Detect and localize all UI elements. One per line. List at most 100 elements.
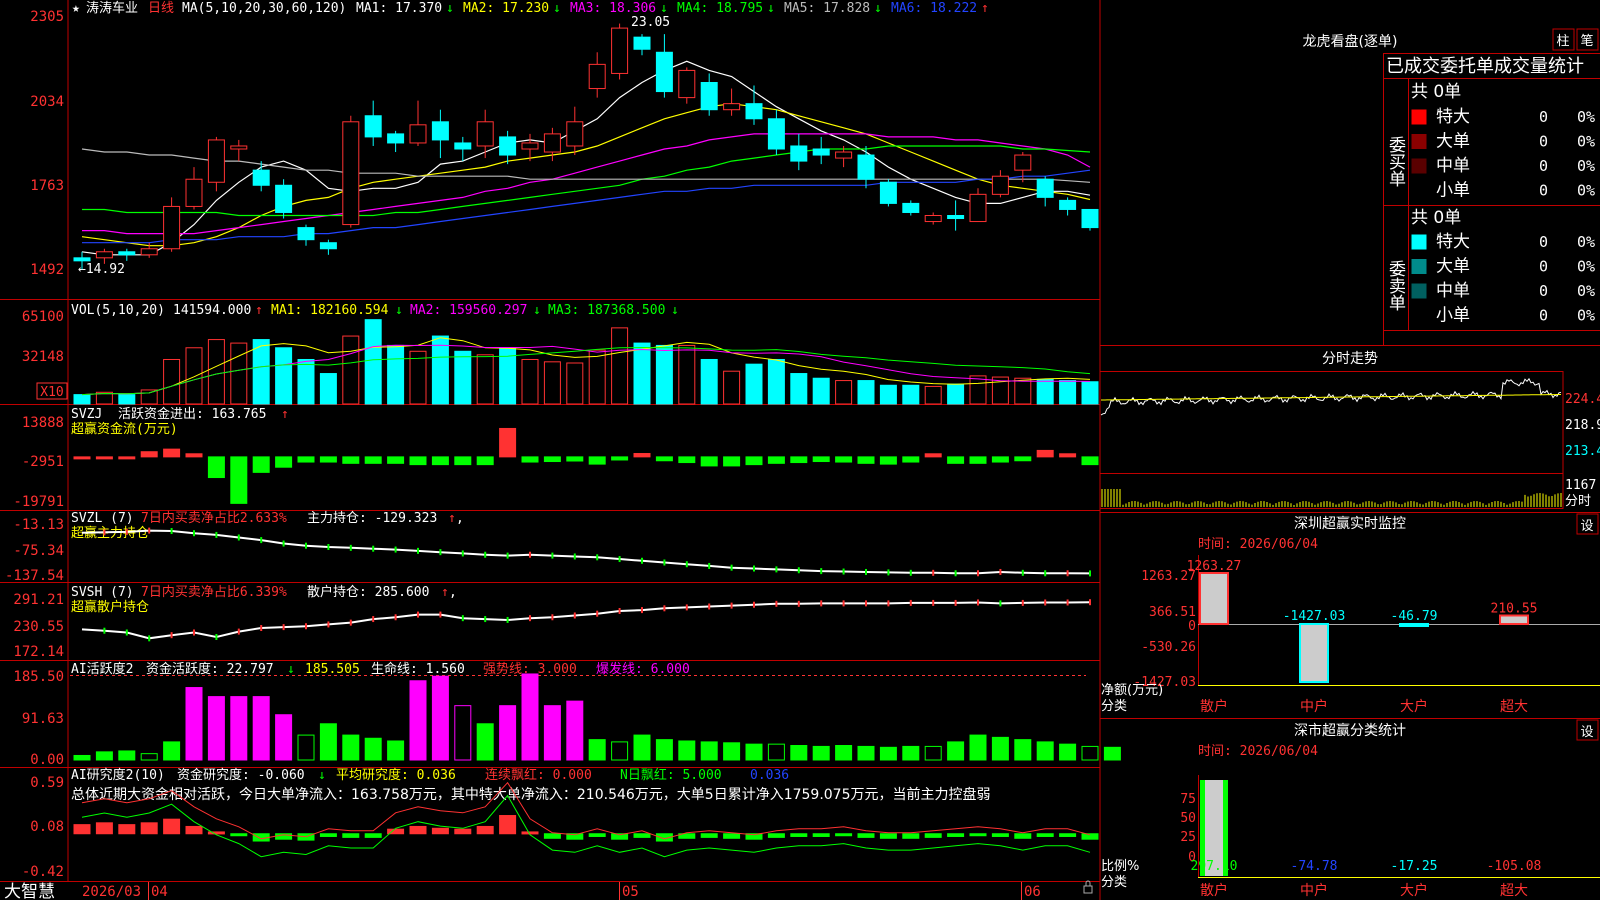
indicator-bar[interactable] xyxy=(723,742,741,761)
indicator-bar[interactable] xyxy=(991,833,1009,837)
indicator-bar[interactable] xyxy=(431,827,449,835)
indicator-bar[interactable] xyxy=(879,833,897,839)
indicator-bar[interactable] xyxy=(230,833,248,837)
indicator-bar[interactable] xyxy=(700,456,718,467)
indicator-bar[interactable] xyxy=(1036,741,1054,761)
indicator-bar[interactable] xyxy=(924,453,942,458)
vol-bar[interactable] xyxy=(655,344,673,405)
indicator-bar[interactable] xyxy=(812,833,830,837)
candle[interactable] xyxy=(319,242,337,250)
vol-bar[interactable] xyxy=(745,363,763,405)
indicator-bar[interactable] xyxy=(924,745,942,761)
indicator-bar[interactable] xyxy=(207,696,225,761)
candle[interactable] xyxy=(95,251,113,259)
vol-bar[interactable] xyxy=(790,373,808,405)
indicator-bar[interactable] xyxy=(319,833,337,837)
vol-bar[interactable] xyxy=(185,347,203,405)
indicator-bar[interactable] xyxy=(230,696,248,761)
candle[interactable] xyxy=(543,133,561,153)
indicator-bar[interactable] xyxy=(566,456,584,462)
lhb-stroke-button-label[interactable]: 笔 xyxy=(1580,33,1593,49)
indicator-bar[interactable] xyxy=(1059,833,1077,837)
vol-bar[interactable] xyxy=(857,380,875,405)
indicator-bar[interactable] xyxy=(790,456,808,464)
candle[interactable] xyxy=(364,115,382,138)
indicator-bar[interactable] xyxy=(163,448,181,458)
indicator-bar[interactable] xyxy=(140,753,158,761)
candle[interactable] xyxy=(185,178,203,207)
indicator-bar[interactable] xyxy=(521,456,539,463)
indicator-bar[interactable] xyxy=(319,456,337,463)
indicator-bar[interactable] xyxy=(95,822,113,835)
indicator-bar[interactable] xyxy=(700,741,718,761)
candle[interactable] xyxy=(1014,154,1032,171)
lhb-bar-button-label[interactable]: 柱 xyxy=(1556,34,1569,49)
vol-bar[interactable] xyxy=(387,344,405,405)
indicator-bar[interactable] xyxy=(1014,739,1032,761)
candle[interactable] xyxy=(431,121,449,141)
indicator-bar[interactable] xyxy=(655,739,673,761)
candle[interactable] xyxy=(835,151,853,159)
date-label[interactable]: 04 xyxy=(151,884,168,900)
indicator-bar[interactable] xyxy=(364,456,382,464)
vol-bar[interactable] xyxy=(1036,378,1054,405)
indicator-bar[interactable] xyxy=(476,456,494,466)
indicator-bar[interactable] xyxy=(275,456,293,468)
candle[interactable] xyxy=(790,145,808,162)
monitor-bar[interactable] xyxy=(1499,614,1529,626)
indicator-bar[interactable] xyxy=(588,833,606,837)
stat-settings-label[interactable]: 设 xyxy=(1580,725,1593,740)
candle[interactable] xyxy=(588,63,606,90)
indicator-bar[interactable] xyxy=(723,833,741,839)
date-label[interactable]: 05 xyxy=(622,884,639,900)
indicator-bar[interactable] xyxy=(879,746,897,761)
vol-bar[interactable] xyxy=(319,373,337,405)
candle[interactable] xyxy=(1059,199,1077,210)
vol-bar[interactable] xyxy=(454,350,472,405)
indicator-bar[interactable] xyxy=(476,723,494,761)
vol-bar[interactable] xyxy=(767,358,785,405)
indicator-bar[interactable] xyxy=(319,723,337,761)
candle[interactable] xyxy=(387,133,405,144)
vol-bar[interactable] xyxy=(835,380,853,405)
indicator-bar[interactable] xyxy=(857,745,875,761)
indicator-bar[interactable] xyxy=(118,824,136,835)
indicator-bar[interactable] xyxy=(297,734,315,761)
candle[interactable] xyxy=(566,121,584,147)
candle[interactable] xyxy=(230,145,248,150)
indicator-bar[interactable] xyxy=(767,456,785,464)
indicator-bar[interactable] xyxy=(745,456,763,466)
date-label[interactable]: 2026/03 xyxy=(82,884,141,900)
chart-canvas[interactable]: ★ 涛涛车业 日线 MA(5,10,20,30,60,120) MA1: 17.… xyxy=(0,0,1600,900)
indicator-bar[interactable] xyxy=(163,741,181,761)
indicator-bar[interactable] xyxy=(342,456,360,464)
candle[interactable] xyxy=(163,205,181,250)
indicator-bar[interactable] xyxy=(431,456,449,466)
candle[interactable] xyxy=(118,251,136,256)
indicator-bar[interactable] xyxy=(857,833,875,838)
indicator-bar[interactable] xyxy=(1103,746,1121,761)
candle[interactable] xyxy=(902,202,920,213)
indicator-bar[interactable] xyxy=(230,456,248,504)
vol-bar[interactable] xyxy=(140,389,158,405)
indicator-bar[interactable] xyxy=(73,754,91,761)
vol-bar[interactable] xyxy=(566,362,584,405)
indicator-bar[interactable] xyxy=(812,745,830,761)
indicator-bar[interactable] xyxy=(73,456,91,460)
indicator-bar[interactable] xyxy=(991,456,1009,463)
vol-bar[interactable] xyxy=(543,361,561,405)
indicator-bar[interactable] xyxy=(364,833,382,838)
indicator-bar[interactable] xyxy=(543,705,561,761)
vol-bar[interactable] xyxy=(431,335,449,405)
indicator-bar[interactable] xyxy=(185,453,203,458)
indicator-bar[interactable] xyxy=(902,833,920,839)
indicator-bar[interactable] xyxy=(611,741,629,761)
indicator-bar[interactable] xyxy=(163,818,181,835)
candle[interactable] xyxy=(1081,208,1099,229)
vol-bar[interactable] xyxy=(969,375,987,405)
indicator-bar[interactable] xyxy=(409,825,427,835)
vol-bar[interactable] xyxy=(118,394,136,405)
indicator-bar[interactable] xyxy=(947,456,965,464)
candle[interactable] xyxy=(342,121,360,226)
indicator-bar[interactable] xyxy=(835,833,853,837)
